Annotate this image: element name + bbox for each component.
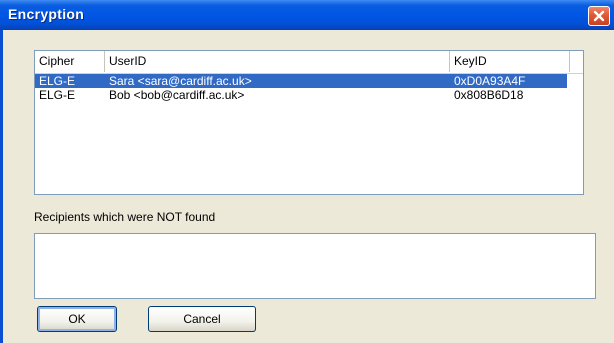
cell-cipher: ELG-E [39, 88, 76, 102]
ok-button[interactable]: OK [37, 306, 117, 332]
column-header-userid[interactable]: UserID [105, 51, 450, 72]
window-title: Encryption [8, 6, 85, 22]
recipient-list[interactable]: Cipher UserID KeyID ELG-E Sara <sara@car… [34, 50, 584, 195]
column-header-keyid[interactable]: KeyID [450, 51, 570, 72]
cell-cipher: ELG-E [39, 74, 76, 88]
cell-userid: Sara <sara@cardiff.ac.uk> [109, 74, 252, 88]
encryption-dialog: Encryption Cipher UserID KeyID ELG-E Sar… [0, 0, 614, 343]
close-button[interactable] [588, 6, 610, 26]
list-row[interactable]: ELG-E Bob <bob@cardiff.ac.uk> 0x808B6D18 [35, 88, 567, 102]
cell-keyid: 0x808B6D18 [454, 88, 524, 102]
column-header-cipher[interactable]: Cipher [35, 51, 105, 72]
notfound-list[interactable] [34, 233, 596, 299]
notfound-label: Recipients which were NOT found [34, 210, 216, 224]
window-frame [0, 30, 3, 343]
cell-userid: Bob <bob@cardiff.ac.uk> [109, 88, 245, 102]
cell-keyid: 0xD0A93A4F [454, 74, 526, 88]
close-icon [593, 10, 605, 22]
title-bar[interactable]: Encryption [0, 0, 614, 30]
list-header: Cipher UserID KeyID [35, 51, 583, 74]
cancel-button[interactable]: Cancel [148, 306, 256, 332]
list-row[interactable]: ELG-E Sara <sara@cardiff.ac.uk> 0xD0A93A… [35, 74, 567, 88]
